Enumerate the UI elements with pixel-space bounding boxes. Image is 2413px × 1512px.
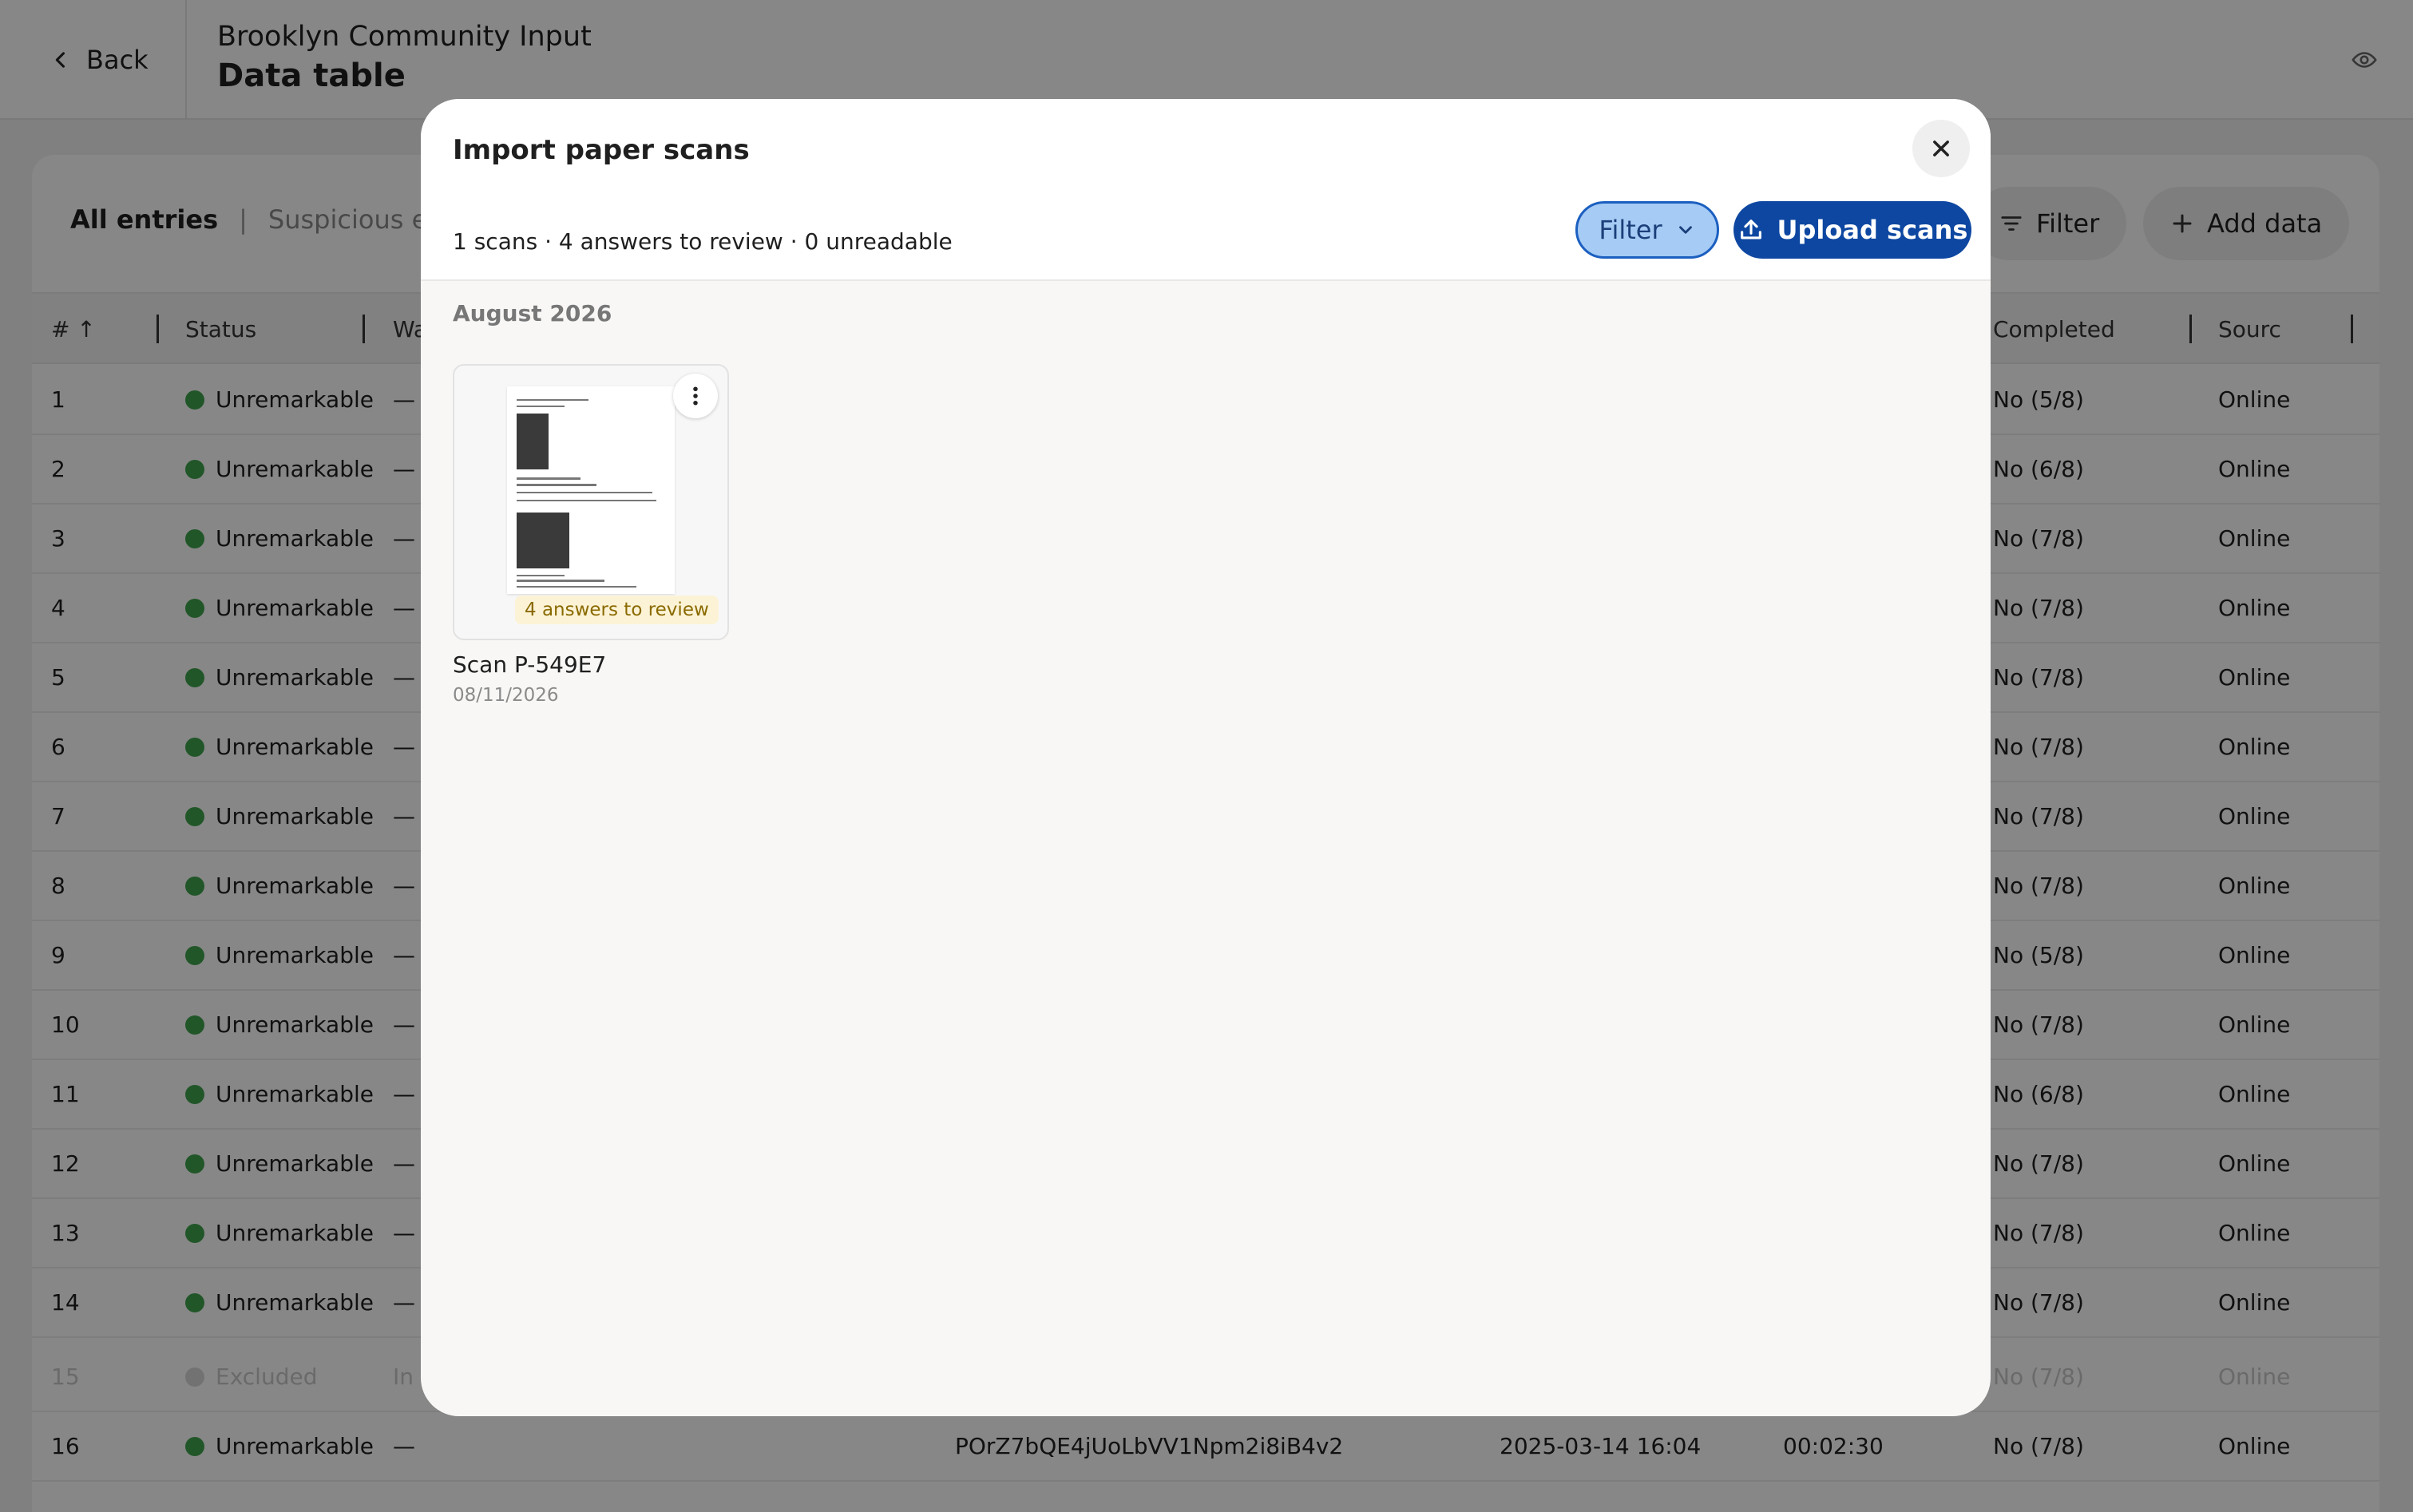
scan-filter-dropdown[interactable]: Filter <box>1575 201 1719 259</box>
upload-scans-button[interactable]: Upload scans <box>1733 201 1971 259</box>
scan-page-preview <box>507 386 675 594</box>
close-button[interactable] <box>1912 120 1970 177</box>
modal-title: Import paper scans <box>453 134 750 166</box>
scan-summary: 1 scans · 4 answers to review · 0 unread… <box>453 228 953 255</box>
scan-menu-button[interactable] <box>673 374 718 418</box>
month-heading: August 2026 <box>453 300 612 327</box>
scan-thumbnail[interactable]: 4 answers to review <box>453 364 729 640</box>
modal-header: Import paper scans 1 scans · 4 answers t… <box>421 99 1991 281</box>
import-scans-modal: Import paper scans 1 scans · 4 answers t… <box>421 99 1991 1416</box>
close-icon <box>1933 141 1949 156</box>
chevron-down-icon <box>1678 226 1692 234</box>
scan-date: 08/11/2026 <box>453 685 559 706</box>
review-badge: 4 answers to review <box>515 596 719 624</box>
scan-filter-label: Filter <box>1599 215 1662 245</box>
scan-name[interactable]: Scan P-549E7 <box>453 651 606 678</box>
more-vertical-icon <box>693 386 698 406</box>
upload-icon <box>1740 220 1761 239</box>
upload-scans-label: Upload scans <box>1777 215 1968 245</box>
